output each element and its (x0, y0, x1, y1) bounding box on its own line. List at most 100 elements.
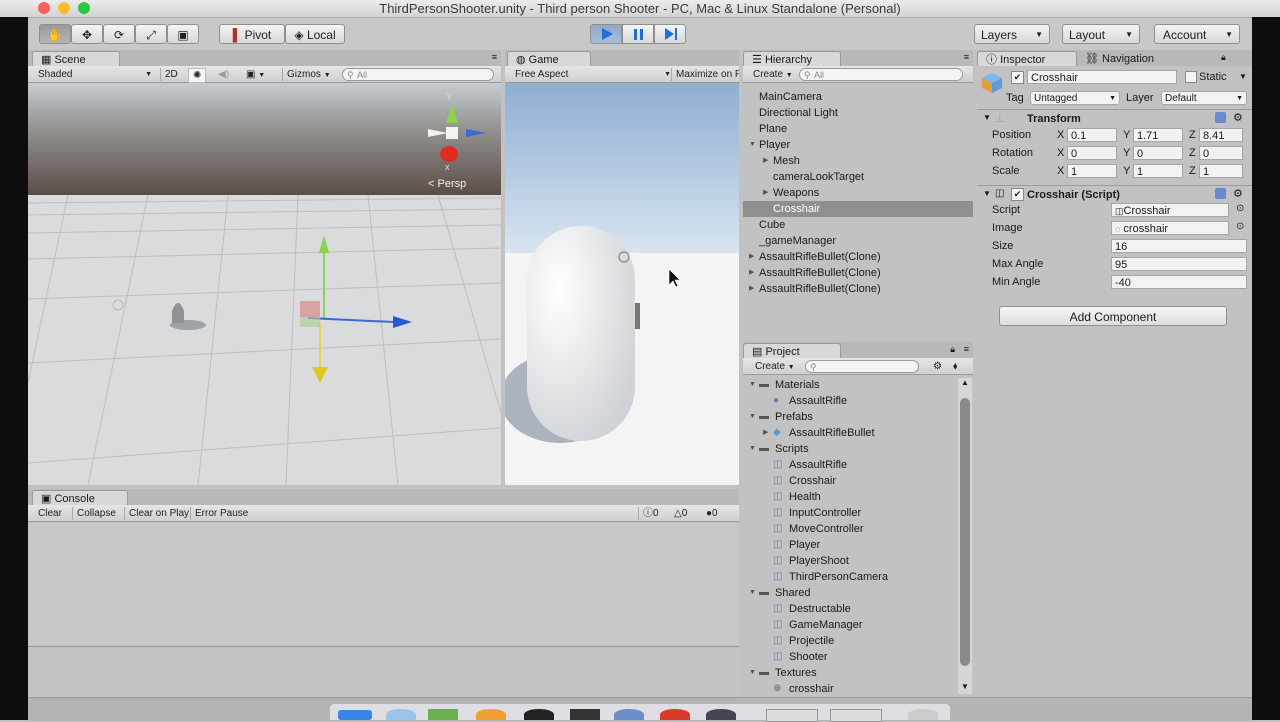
app-icon[interactable] (706, 709, 736, 720)
collapsed-arrow-icon[interactable]: ▶ (763, 153, 768, 169)
tab-scene[interactable]: ▦ Scene (32, 51, 120, 67)
app-icon[interactable] (476, 709, 506, 720)
rotate-tool-button[interactable]: ⟳ (103, 24, 135, 44)
hand-tool-button[interactable]: ✋ (39, 24, 71, 44)
crosshair-script-header[interactable]: ▼ ◫ ✔ Crosshair (Script) ⚙ (977, 185, 1252, 204)
collapsed-arrow-icon[interactable]: ▶ (749, 265, 754, 281)
position-x-field[interactable]: 0.1 (1067, 128, 1117, 142)
expanded-arrow-icon[interactable]: ▼ (749, 409, 756, 425)
help-book-icon[interactable] (1215, 112, 1226, 123)
hierarchy-item[interactable]: ▶ AssaultRifleBullet(Clone) (743, 265, 973, 281)
app-icon[interactable] (614, 709, 644, 720)
project-asset[interactable]: ◫ Destructable (743, 601, 957, 617)
project-folder[interactable]: ▼ ▬ Materials (743, 377, 957, 393)
axis-x-label[interactable]: X (1057, 164, 1064, 178)
hierarchy-item[interactable]: Cube (743, 217, 973, 233)
safari-icon[interactable] (386, 709, 416, 720)
console-clear-button[interactable]: Clear (34, 507, 66, 520)
project-folder[interactable]: ▼ ▬ Shared (743, 585, 957, 601)
min-angle-field[interactable]: -40 (1111, 275, 1247, 289)
scale-tool-button[interactable]: ⤢ (135, 24, 167, 44)
step-button[interactable] (654, 24, 686, 44)
lock-icon[interactable]: 🔒︎ (950, 344, 955, 355)
active-checkbox[interactable]: ✔ (1011, 71, 1024, 84)
hierarchy-item[interactable]: Directional Light (743, 105, 973, 121)
tab-console[interactable]: ▣ Console (32, 490, 128, 506)
game-viewport[interactable] (505, 83, 739, 485)
console-detail-area[interactable] (28, 646, 739, 697)
expanded-arrow-icon[interactable]: ▼ (749, 441, 756, 457)
aspect-dropdown[interactable]: Free Aspect ▼ (511, 68, 671, 81)
pause-button[interactable] (622, 24, 654, 44)
size-field[interactable]: 16 (1111, 239, 1247, 253)
play-button[interactable] (590, 24, 622, 44)
transform-header[interactable]: ▼ ⊥ Transform ⚙ (977, 109, 1252, 128)
account-dropdown[interactable]: Account ▼ (1154, 24, 1240, 44)
project-asset[interactable]: ◫ PlayerShoot (743, 553, 957, 569)
tab-inspector[interactable]: ⓘ Inspector (977, 51, 1077, 67)
project-asset[interactable]: ▶ ◆ AssaultRifleBullet (743, 425, 957, 441)
hierarchy-item[interactable]: ▶ AssaultRifleBullet(Clone) (743, 281, 973, 297)
app-icon[interactable] (428, 709, 458, 720)
panel-menu-icon[interactable]: ≡ (964, 52, 969, 62)
collapsed-arrow-icon[interactable]: ▶ (749, 281, 754, 297)
layout-dropdown[interactable]: Layout ▼ (1062, 24, 1140, 44)
position-z-field[interactable]: 8.41 (1199, 128, 1243, 142)
console-log-filter[interactable]: ⓘ0 (638, 507, 663, 520)
project-asset[interactable]: ◫ Player (743, 537, 957, 553)
app-icon[interactable] (830, 709, 882, 722)
expanded-arrow-icon[interactable]: ▼ (749, 137, 756, 153)
script-field[interactable]: ◫Crosshair (1111, 203, 1229, 217)
shading-mode-dropdown[interactable]: Shaded ▼ (34, 68, 152, 81)
scroll-down-icon[interactable]: ▼ (961, 682, 969, 691)
lock-icon[interactable]: 🔒︎ (1221, 52, 1226, 63)
move-tool-button[interactable]: ✥ (71, 24, 103, 44)
console-collapse-button[interactable]: Collapse (72, 507, 120, 520)
local-toggle[interactable]: ◈ Local (285, 24, 345, 44)
axis-y-label[interactable]: Y (1123, 146, 1130, 160)
project-create-dropdown[interactable]: Create ▼ (751, 360, 799, 373)
rect-tool-button[interactable]: ▣ (167, 24, 199, 44)
layer-dropdown[interactable]: Default ▼ (1161, 91, 1247, 105)
image-field[interactable]: ◌ crosshair (1111, 221, 1229, 235)
hierarchy-item[interactable]: Plane (743, 121, 973, 137)
tab-project[interactable]: ▤ Project (743, 343, 841, 359)
filter-by-label-button[interactable]: ⬧ (949, 360, 962, 373)
collapsed-arrow-icon[interactable]: ▶ (763, 185, 768, 201)
expanded-arrow-icon[interactable]: ▼ (749, 585, 756, 601)
object-name-field[interactable]: Crosshair (1027, 70, 1177, 84)
app-icon[interactable] (660, 709, 690, 720)
hierarchy-item[interactable]: ▶ AssaultRifleBullet(Clone) (743, 249, 973, 265)
gizmos-dropdown[interactable]: Gizmos ▼ (282, 68, 335, 81)
scene-viewport[interactable]: y x < Persp (28, 83, 501, 485)
trash-icon[interactable] (908, 709, 938, 720)
hierarchy-item[interactable]: Crosshair (743, 201, 973, 217)
projection-toggle[interactable]: < Persp (428, 178, 466, 190)
effects-dropdown[interactable]: ▣ ▼ (242, 68, 269, 81)
hierarchy-item[interactable]: ▶ Weapons (743, 185, 973, 201)
hierarchy-item[interactable]: MainCamera (743, 89, 973, 105)
hierarchy-item[interactable]: ▼ Player (743, 137, 973, 153)
axis-z-label[interactable]: Z (1189, 164, 1196, 178)
project-asset[interactable]: ◫ InputController (743, 505, 957, 521)
unity-icon[interactable] (524, 709, 554, 720)
filter-by-type-button[interactable]: ⚙ (929, 360, 946, 373)
pivot-toggle[interactable]: ▌ Pivot (219, 24, 285, 44)
console-warning-filter[interactable]: △0 (670, 507, 691, 520)
hierarchy-search-input[interactable]: ⚲ All (799, 68, 963, 81)
project-asset[interactable]: ◫ MoveController (743, 521, 957, 537)
hierarchy-item[interactable]: ▶ Mesh (743, 153, 973, 169)
max-angle-field[interactable]: 95 (1111, 257, 1247, 271)
project-asset[interactable]: ◫ Health (743, 489, 957, 505)
panel-menu-icon[interactable]: ≡ (492, 52, 497, 62)
lighting-toggle[interactable]: ✺ (188, 68, 207, 83)
rotation-z-field[interactable]: 0 (1199, 146, 1243, 160)
rotation-x-field[interactable]: 0 (1067, 146, 1117, 160)
scrollbar-thumb[interactable] (960, 398, 970, 666)
static-checkbox[interactable] (1185, 71, 1197, 83)
axis-y-label[interactable]: Y (1123, 164, 1130, 178)
object-picker-icon[interactable]: ⊙ (1236, 203, 1244, 214)
axis-y-label[interactable]: Y (1123, 128, 1130, 142)
console-clear-on-play-toggle[interactable]: Clear on Play (124, 507, 193, 520)
project-folder[interactable]: ▼ ▬ Textures (743, 665, 957, 681)
